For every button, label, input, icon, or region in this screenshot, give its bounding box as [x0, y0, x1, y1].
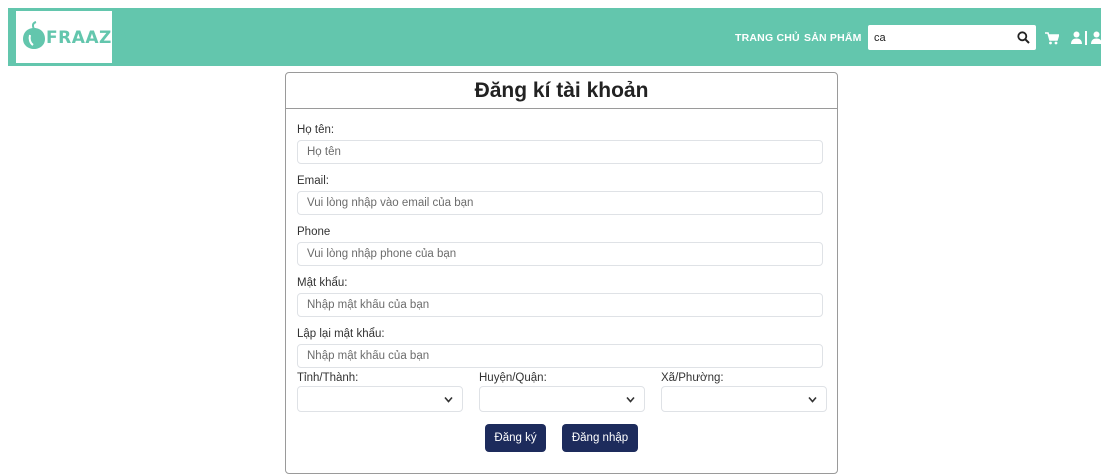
name-label: Họ tên: [297, 124, 335, 136]
chevron-down-icon [444, 396, 453, 403]
logo[interactable]: FRAAZO [16, 11, 126, 63]
ward-label: Xã/Phường: [661, 372, 724, 384]
district-label: Huyện/Quận: [479, 372, 547, 384]
chevron-down-icon [626, 396, 635, 403]
province-label: Tỉnh/Thành: [297, 372, 359, 384]
email-field[interactable] [297, 191, 823, 215]
name-field[interactable] [297, 140, 823, 164]
district-select[interactable] [479, 386, 645, 412]
cart-icon[interactable] [1045, 32, 1059, 45]
login-button[interactable]: Đăng nhập [562, 424, 638, 452]
account-icon[interactable] [1091, 31, 1101, 44]
register-button[interactable]: Đăng ký [485, 424, 546, 452]
phone-label: Phone [297, 226, 331, 238]
confirm-password-label: Lập lại mật khẩu: [297, 328, 385, 340]
phone-field[interactable] [297, 242, 823, 266]
email-label: Email: [297, 175, 329, 187]
form-title: Đăng kí tài khoản [286, 73, 837, 109]
password-label: Mật khẩu: [297, 277, 348, 289]
header-divider [1085, 31, 1087, 45]
logo-mark-icon [23, 21, 45, 49]
user-icon[interactable] [1071, 31, 1082, 44]
header-bar: FRAAZO TRANG CHỦ SẢN PHẨM [8, 8, 1101, 66]
nav-home-link[interactable]: TRANG CHỦ [735, 32, 800, 44]
register-form-card: Đăng kí tài khoản Họ tên: Email: Phone M… [285, 72, 838, 474]
search-input[interactable] [874, 29, 1004, 46]
search-box [868, 25, 1036, 50]
nav-products-link[interactable]: SẢN PHẨM [804, 32, 862, 44]
confirm-password-field[interactable] [297, 344, 823, 368]
logo-text: FRAAZO [46, 28, 127, 48]
search-icon[interactable] [1017, 31, 1030, 44]
ward-select[interactable] [661, 386, 827, 412]
province-select[interactable] [297, 386, 463, 412]
chevron-down-icon [808, 396, 817, 403]
password-field[interactable] [297, 293, 823, 317]
